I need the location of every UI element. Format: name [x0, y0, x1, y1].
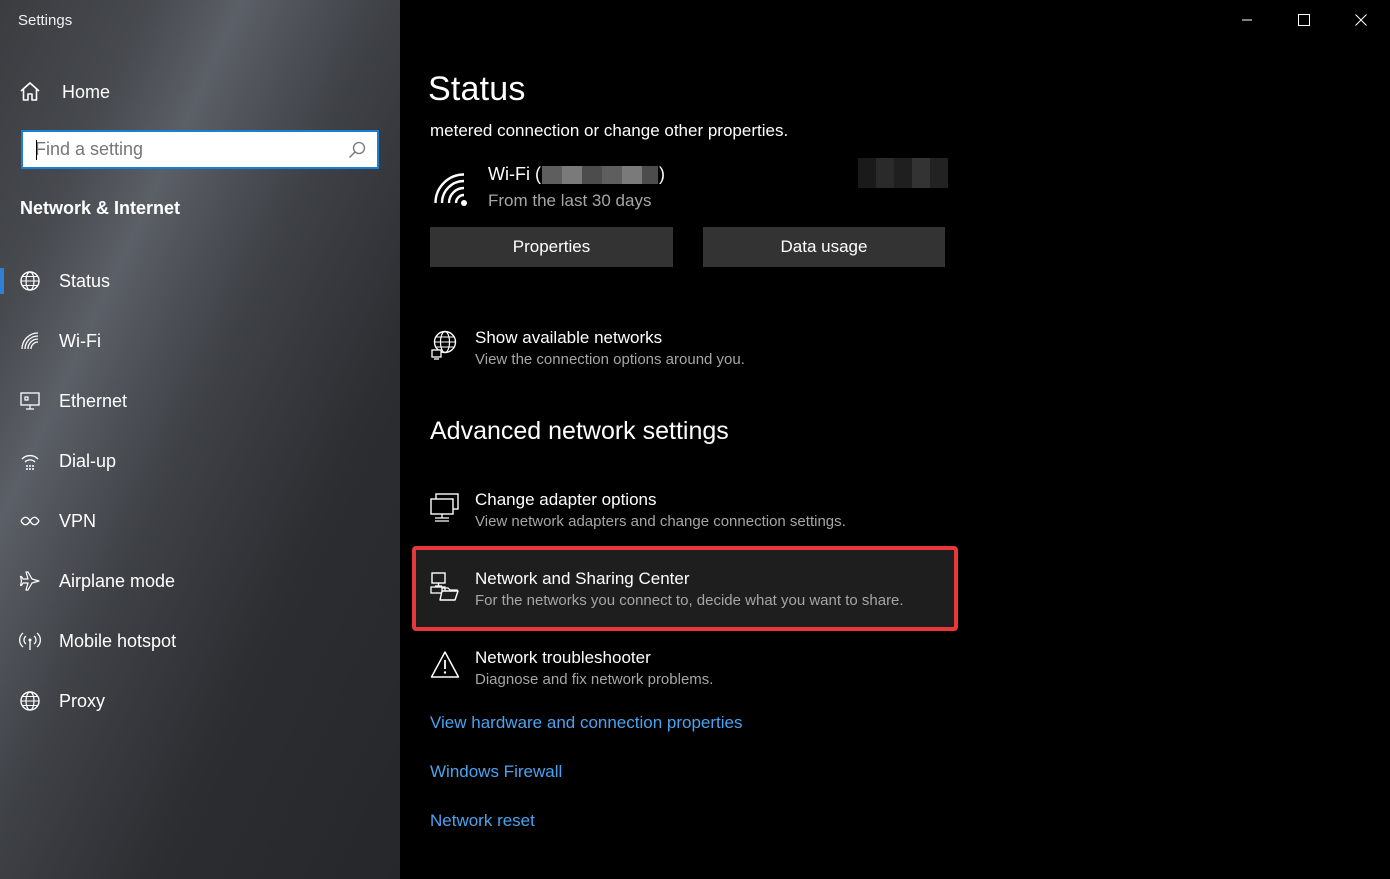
- dialup-icon: [18, 449, 42, 473]
- sidebar-item-proxy[interactable]: Proxy: [0, 682, 400, 742]
- maximize-icon: [1298, 14, 1310, 26]
- sidebar-item-mobile-hotspot[interactable]: Mobile hotspot: [0, 622, 400, 682]
- sharing-center-icon: [430, 572, 459, 601]
- search-box[interactable]: [21, 130, 379, 169]
- sidebar: Settings Home Network & Internet Status: [0, 0, 400, 879]
- adapter-icon: [430, 493, 459, 522]
- intro-text: metered connection or change other prope…: [430, 121, 789, 140]
- setting-description: View network adapters and change connect…: [475, 513, 846, 530]
- minimize-button[interactable]: [1219, 0, 1275, 40]
- airplane-icon: [18, 569, 42, 593]
- setting-description: Diagnose and fix network problems.: [475, 671, 714, 688]
- view-hardware-properties-link[interactable]: View hardware and connection properties: [430, 713, 743, 733]
- sidebar-item-ethernet[interactable]: Ethernet: [0, 382, 400, 442]
- home-nav-item[interactable]: Home: [18, 78, 110, 106]
- connection-name: Wi-Fi ( ): [488, 164, 665, 185]
- sidebar-item-label: Dial-up: [59, 450, 117, 471]
- sidebar-item-dialup[interactable]: Dial-up: [0, 442, 400, 502]
- properties-button[interactable]: Properties: [430, 227, 673, 267]
- search-input[interactable]: [23, 132, 347, 167]
- show-available-networks[interactable]: Show available networks View the connect…: [430, 328, 960, 388]
- sidebar-item-status[interactable]: Status: [0, 262, 400, 322]
- sidebar-item-vpn[interactable]: VPN: [0, 502, 400, 562]
- search-icon[interactable]: [347, 140, 367, 160]
- sidebar-item-label: Wi-Fi: [59, 330, 101, 351]
- home-icon: [20, 82, 40, 101]
- sidebar-item-label: Airplane mode: [59, 570, 176, 591]
- active-indicator: [0, 268, 4, 294]
- wifi-icon: [18, 329, 42, 353]
- setting-title: Show available networks: [475, 328, 663, 347]
- vpn-icon: [18, 509, 42, 533]
- setting-description: View the connection options around you.: [475, 351, 745, 368]
- app-title: Settings: [18, 12, 73, 29]
- advanced-settings-heading: Advanced network settings: [430, 417, 729, 445]
- network-and-sharing-center[interactable]: Network and Sharing Center For the netwo…: [430, 569, 960, 629]
- globe-icon: [18, 689, 42, 713]
- change-adapter-options[interactable]: Change adapter options View network adap…: [430, 490, 960, 550]
- connection-name-suffix: ): [658, 164, 665, 184]
- close-button[interactable]: [1333, 0, 1389, 40]
- sidebar-item-label: Mobile hotspot: [59, 630, 177, 651]
- sidebar-nav: Status Wi-Fi Ethernet Dial-up VPN Airpla…: [0, 262, 400, 742]
- redacted-network-name: [541, 165, 658, 184]
- warning-icon: [430, 651, 460, 678]
- setting-title: Change adapter options: [475, 490, 657, 509]
- page-title: Status: [428, 70, 526, 108]
- setting-description: For the networks you connect to, decide …: [475, 592, 904, 609]
- setting-title: Network troubleshooter: [475, 648, 651, 667]
- redacted-usage-value: [858, 158, 948, 188]
- wifi-signal-icon: [434, 173, 467, 206]
- usage-period: From the last 30 days: [488, 191, 652, 210]
- connection-name-prefix: Wi-Fi (: [488, 164, 541, 184]
- section-title: Network & Internet: [20, 198, 181, 218]
- sidebar-item-label: Status: [59, 270, 111, 291]
- windows-firewall-link[interactable]: Windows Firewall: [430, 762, 562, 782]
- main-content: Status metered connection or change othe…: [400, 0, 1390, 879]
- data-usage-button[interactable]: Data usage: [703, 227, 945, 267]
- maximize-button[interactable]: [1276, 0, 1332, 40]
- network-troubleshooter[interactable]: Network troubleshooter Diagnose and fix …: [430, 648, 960, 708]
- sidebar-item-label: Proxy: [59, 690, 106, 711]
- text-caret: [36, 140, 37, 160]
- sidebar-item-airplane-mode[interactable]: Airplane mode: [0, 562, 400, 622]
- minimize-icon: [1242, 19, 1252, 21]
- network-globe-icon: [431, 330, 457, 360]
- close-icon: [1355, 14, 1367, 26]
- hotspot-icon: [18, 629, 42, 653]
- setting-title: Network and Sharing Center: [475, 569, 690, 588]
- ethernet-icon: [18, 389, 42, 413]
- globe-icon: [18, 269, 42, 293]
- sidebar-item-label: VPN: [59, 510, 97, 531]
- home-label: Home: [62, 81, 111, 102]
- sidebar-item-wifi[interactable]: Wi-Fi: [0, 322, 400, 382]
- sidebar-item-label: Ethernet: [59, 390, 128, 411]
- network-reset-link[interactable]: Network reset: [430, 811, 535, 831]
